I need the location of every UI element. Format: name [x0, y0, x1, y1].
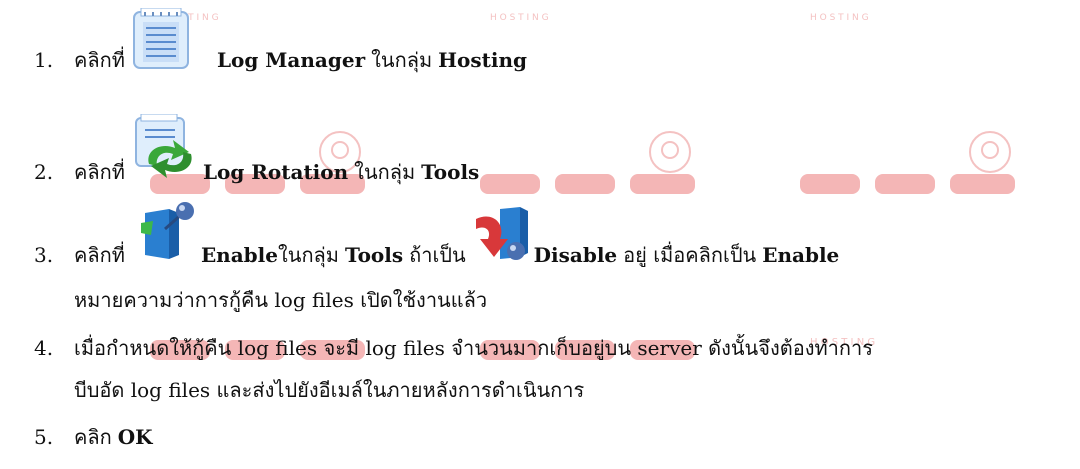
ok-label: OK: [117, 425, 153, 449]
notepad-icon: [131, 8, 193, 72]
step-after-disable: อยู่ เมื่อคลิกเป็น: [623, 243, 757, 267]
step-number: 5.: [34, 425, 54, 449]
enable-label: Enable: [762, 243, 840, 267]
group-name: Tools: [345, 243, 404, 267]
step-number: 3.: [34, 243, 54, 267]
step-mid: ในกลุ่ม: [354, 160, 416, 184]
enable-icon: [131, 202, 201, 267]
step-mid: ในกลุ่ม: [278, 243, 339, 267]
menu-name: Log Manager: [216, 48, 366, 72]
step-text: บีบอัด log files และส่งไปยังอีเมล์ในภายห…: [74, 378, 585, 402]
step-continuation: หมายความว่าการกู้คืน log files เปิดใช้งา…: [74, 288, 488, 312]
step-number: 4.: [34, 336, 54, 360]
step-mid: ในกลุ่ม: [371, 48, 433, 72]
step-number: 1.: [34, 48, 54, 72]
step-if-text: ถ้าเป็น: [409, 243, 466, 267]
step-text: เมื่อกำหนดให้กู้คืน log files จะมี log f…: [74, 336, 873, 360]
group-name: Tools: [421, 160, 480, 184]
group-name: Hosting: [438, 48, 527, 72]
step-prefix: คลิกที่: [74, 160, 125, 184]
disable-icon: [472, 207, 534, 267]
menu-name: Log Rotation: [202, 160, 349, 184]
step-prefix: คลิก: [74, 425, 112, 449]
step-number: 2.: [34, 160, 54, 184]
step-prefix: คลิกที่: [74, 48, 125, 72]
menu-name: Enable: [200, 243, 278, 267]
disable-label: Disable: [533, 243, 618, 267]
instruction-list: 1. คลิกที่ Log Manager ในกลุ่ม Hosting 2…: [0, 0, 1080, 469]
step-prefix: คลิกที่: [74, 243, 125, 267]
log-rotation-icon: [131, 114, 197, 184]
